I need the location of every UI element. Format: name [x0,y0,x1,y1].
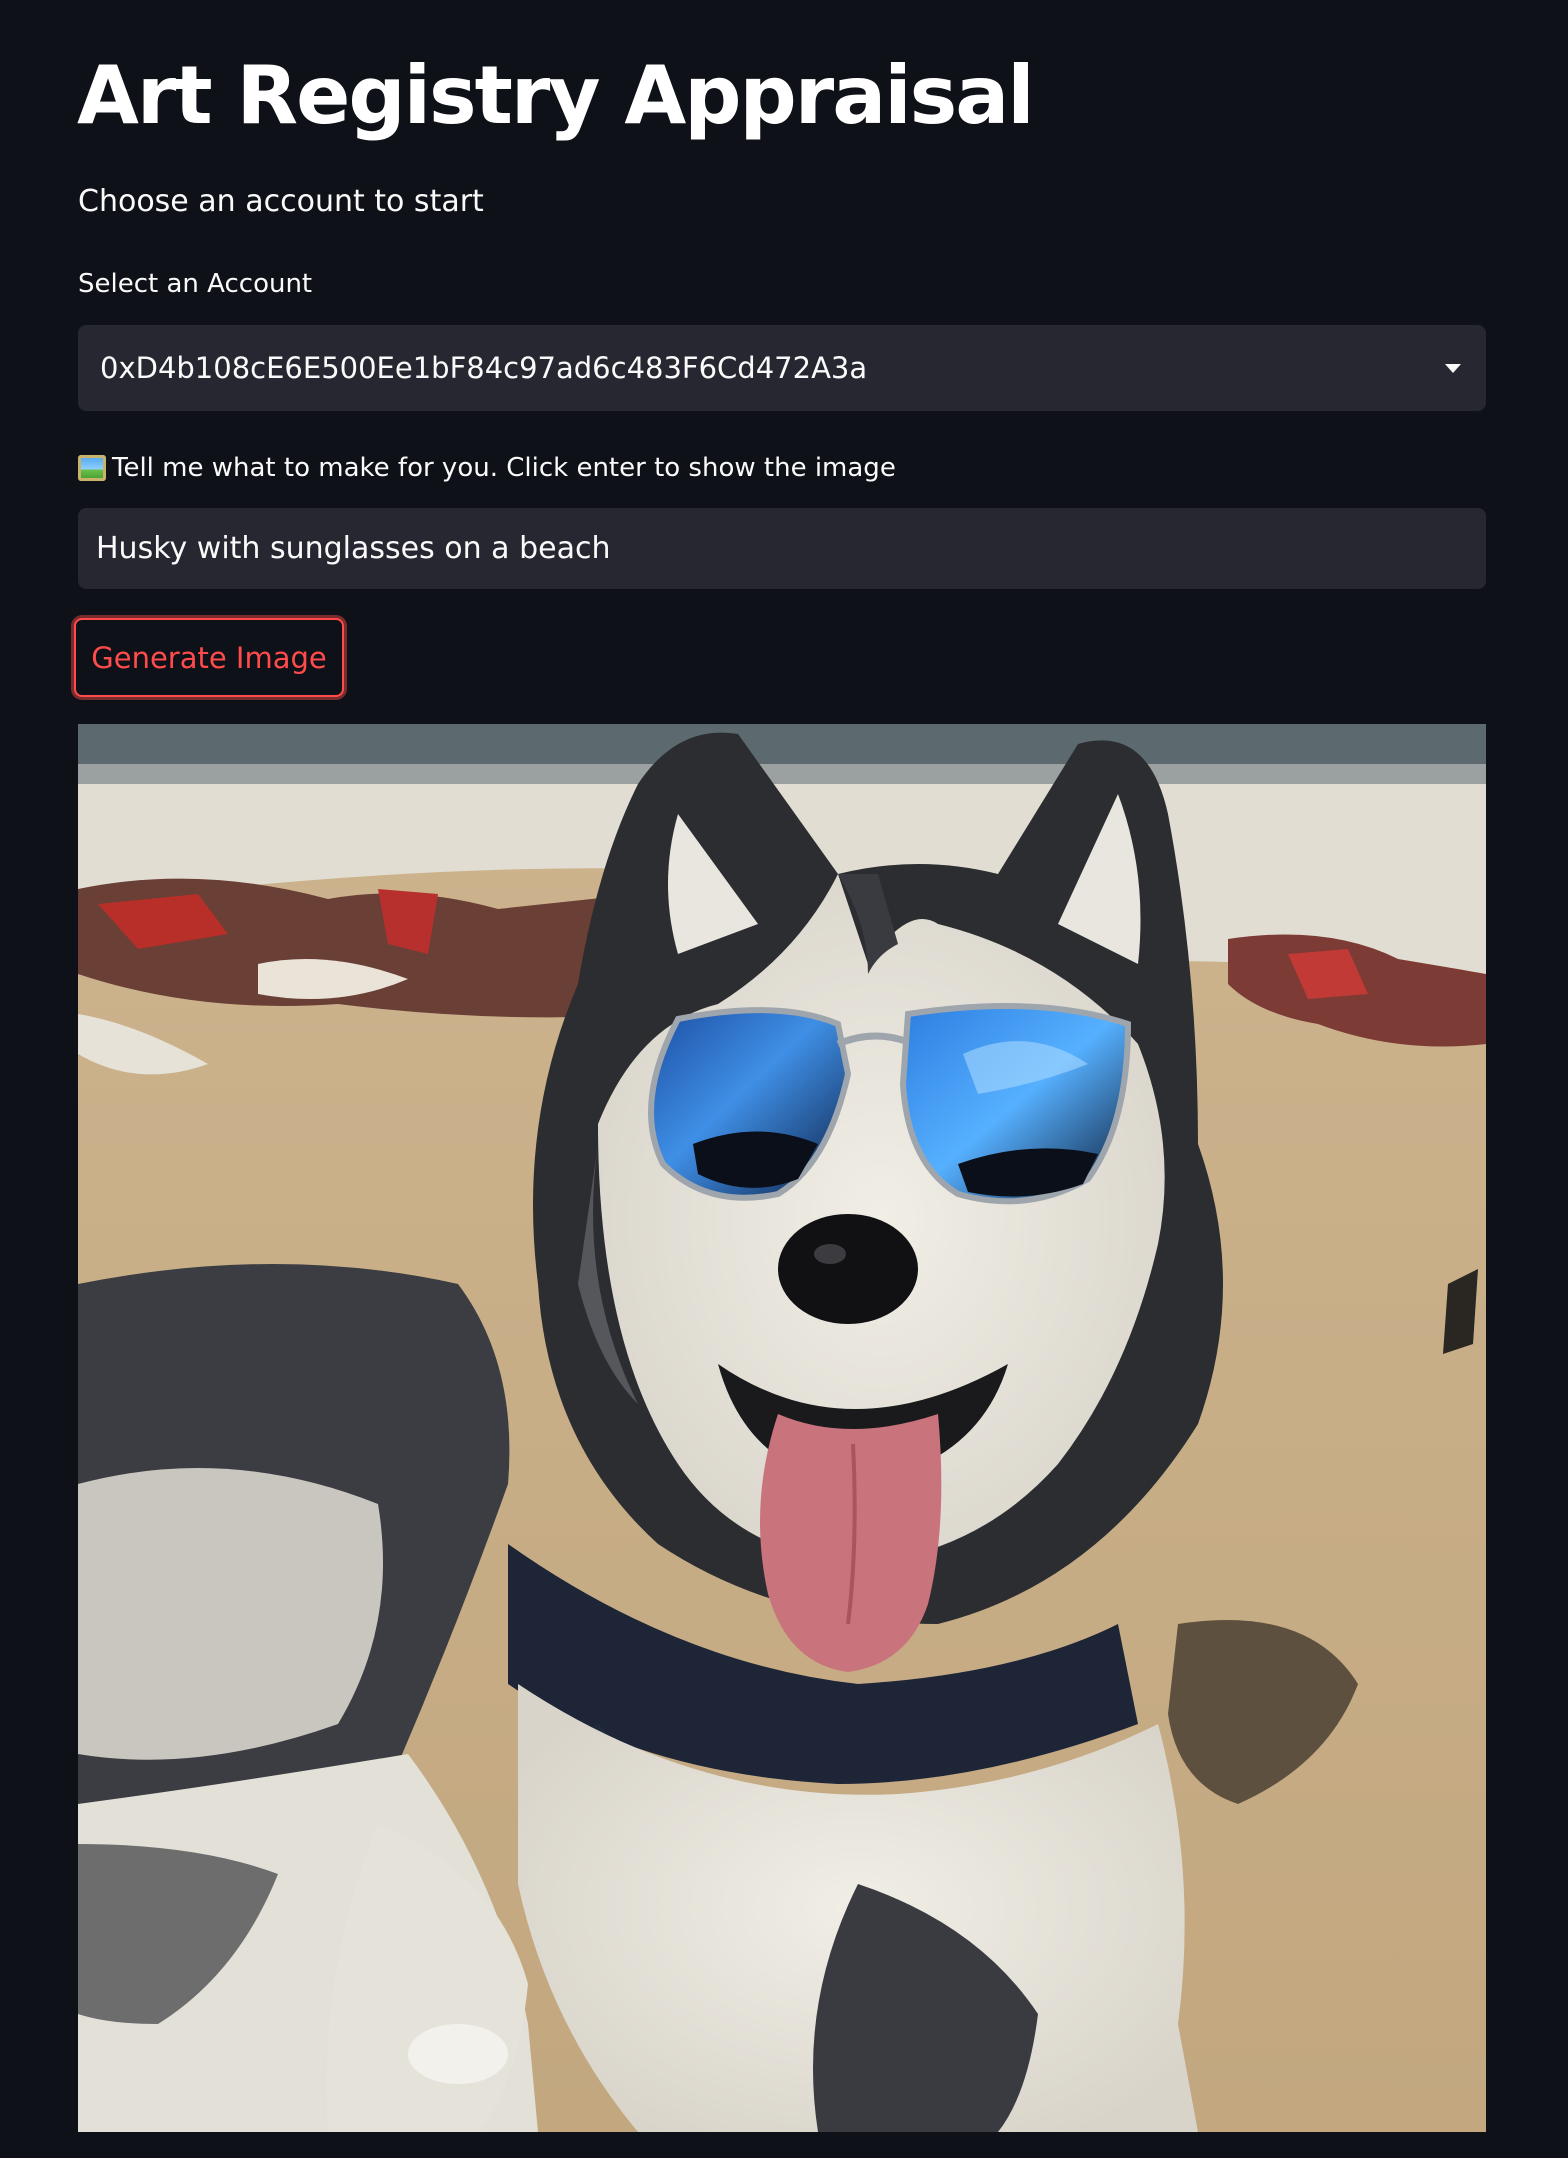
page-title: Art Registry Appraisal [77,49,1035,142]
chevron-down-icon[interactable] [1445,364,1461,373]
account-select-label: Select an Account [78,269,313,299]
prompt-input[interactable] [78,508,1486,589]
prompt-label-text: Tell me what to make for you. Click ente… [112,453,896,483]
prompt-label: Tell me what to make for you. Click ente… [78,451,896,485]
account-select[interactable]: 0xD4b108cE6E500Ee1bF84c97ad6c483F6Cd472A… [78,325,1486,411]
generated-image [78,724,1486,2132]
account-select-value: 0xD4b108cE6E500Ee1bF84c97ad6c483F6Cd472A… [100,351,868,385]
framed-picture-icon [78,455,106,481]
app-page: Art Registry Appraisal Choose an account… [0,0,1568,2158]
page-subtitle: Choose an account to start [78,184,484,219]
generate-image-button[interactable]: Generate Image [74,618,344,697]
